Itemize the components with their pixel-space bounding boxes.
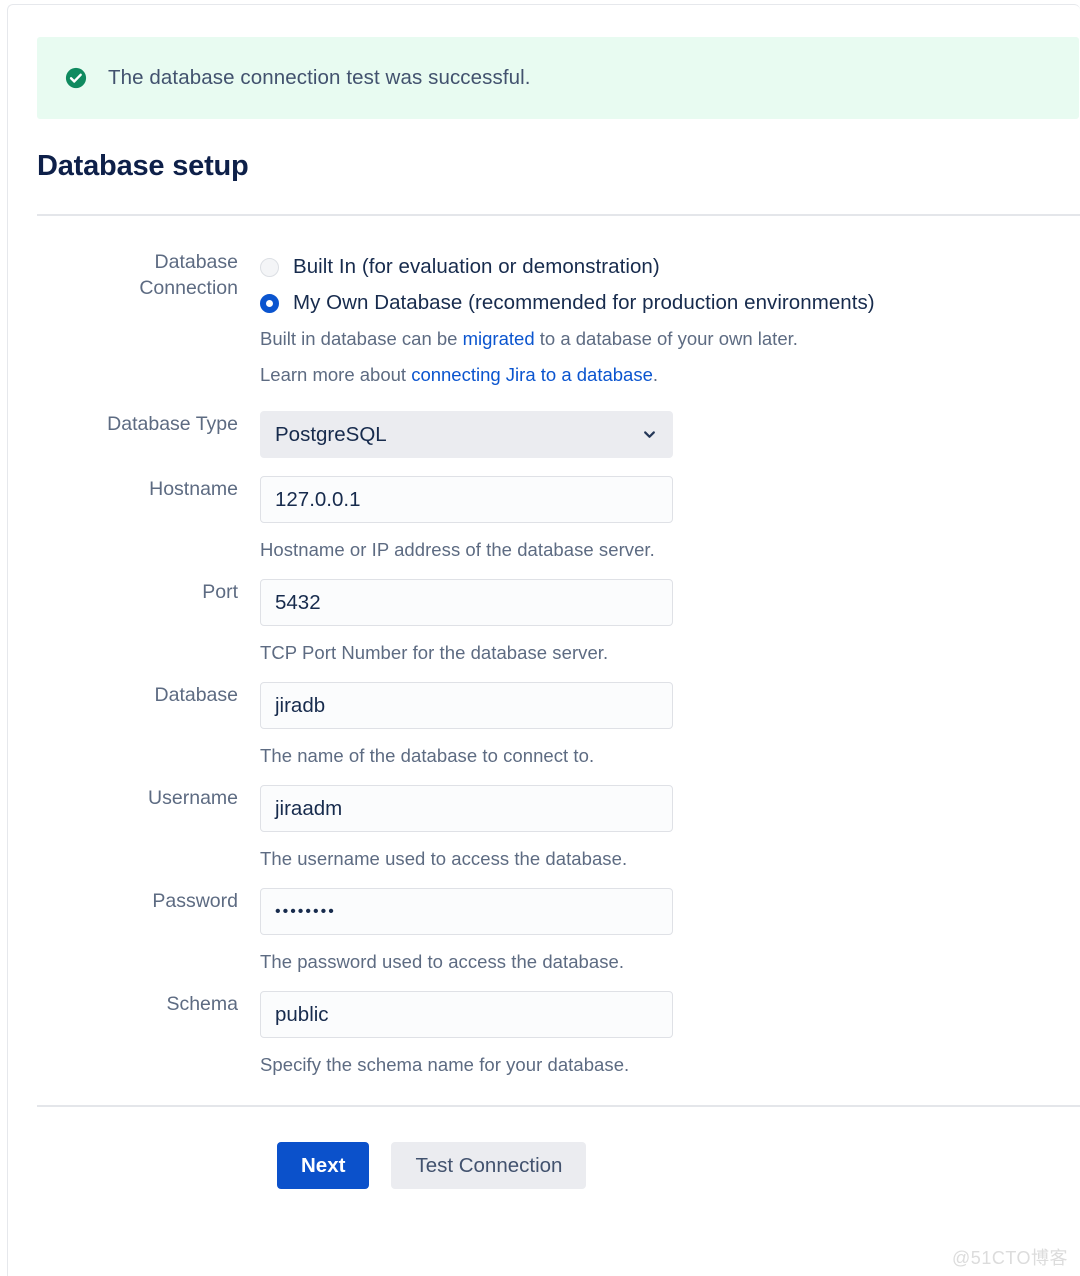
radio-option-built-in[interactable]: Built In (for evaluation or demonstratio… [260,249,1079,285]
chevron-down-icon [644,431,655,438]
port-label: Port [202,581,238,603]
note-migrate-prefix: Built in database can be [260,328,463,349]
database-hint: The name of the database to connect to. [260,745,595,766]
database-type-value: PostgreSQL [275,422,387,446]
radio-built-in-icon[interactable] [260,257,279,277]
schema-label: Schema [166,993,238,1015]
success-banner: The database connection test was success… [37,37,1079,119]
test-connection-button[interactable]: Test Connection [391,1142,587,1189]
port-hint: TCP Port Number for the database server. [260,642,609,663]
page-content: The database connection test was success… [37,37,1080,1189]
port-input[interactable]: 5432 [260,579,673,626]
database-input[interactable]: jiradb [260,682,673,729]
note-migrate-suffix: to a database of your own later. [534,328,798,349]
watermark: @51CTO博客 [952,1248,1068,1268]
password-hint: The password used to access the database… [260,951,625,972]
check-circle-icon [65,67,87,89]
database-value: jiradb [275,693,326,717]
radio-my-own-database-label: My Own Database (recommended for product… [293,291,875,314]
field-port: Port 5432 TCP Port Number for the databa… [37,579,1079,664]
database-setup-form: Database Connection Built In (for evalua… [37,216,1079,1076]
password-input[interactable]: •••••••• [260,888,673,935]
database-type-label: Database Type [107,413,238,435]
field-password: Password •••••••• The password used to a… [37,888,1079,973]
schema-hint: Specify the schema name for your databas… [260,1054,630,1075]
hostname-value: 127.0.0.1 [275,487,361,511]
field-hostname: Hostname 127.0.0.1 Hostname or IP addres… [37,476,1079,561]
schema-value: public [275,1002,329,1026]
database-type-select[interactable]: PostgreSQL [260,411,673,458]
database-label: Database [154,684,238,706]
connection-note-migrate: Built in database can be migrated to a d… [260,321,1079,357]
schema-input[interactable]: public [260,991,673,1038]
password-label: Password [152,890,238,912]
page-container: The database connection test was success… [7,4,1080,1276]
hostname-label: Hostname [149,478,238,500]
username-label: Username [148,787,238,809]
field-database-connection: Database Connection Built In (for evalua… [37,247,1079,393]
field-username: Username jiraadm The username used to ac… [37,785,1079,870]
form-actions: Next Test Connection [37,1107,1079,1189]
password-value: •••••••• [275,902,336,920]
port-value: 5432 [275,590,321,614]
field-database-type: Database Type PostgreSQL [37,411,1079,458]
success-banner-message: The database connection test was success… [108,66,531,89]
hostname-input[interactable]: 127.0.0.1 [260,476,673,523]
field-schema: Schema public Specify the schema name fo… [37,991,1079,1076]
field-database: Database jiradb The name of the database… [37,682,1079,767]
migrated-link[interactable]: migrated [463,328,535,349]
connection-note-learn-more: Learn more about connecting Jira to a da… [260,357,1079,393]
radio-option-my-own-database[interactable]: My Own Database (recommended for product… [260,285,1079,321]
radio-my-own-database-icon[interactable] [260,293,279,313]
radio-built-in-label: Built In (for evaluation or demonstratio… [293,255,660,278]
username-input[interactable]: jiraadm [260,785,673,832]
database-connection-label: Database Connection [139,251,238,299]
username-value: jiraadm [275,796,343,820]
page-title: Database setup [37,150,249,182]
note-learn-suffix: . [652,364,659,385]
note-learn-prefix: Learn more about [260,364,412,385]
next-button[interactable]: Next [277,1142,370,1189]
connecting-jira-to-a-database-link[interactable]: connecting Jira to a database [411,364,653,385]
hostname-hint: Hostname or IP address of the database s… [260,539,655,560]
username-hint: The username used to access the database… [260,848,628,869]
